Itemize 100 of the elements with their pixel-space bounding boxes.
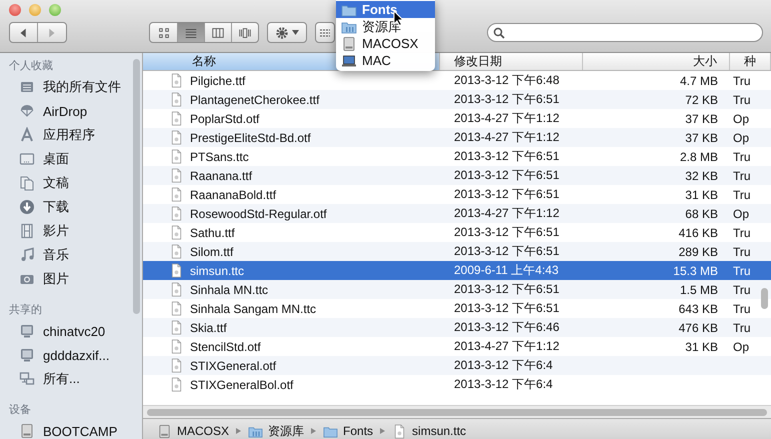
modified-date: 2013-3-12 下午6:51 [454,282,560,296]
search-field[interactable] [487,23,763,42]
desktop-icon [19,151,35,167]
search-icon [493,26,505,38]
menu-item[interactable]: Fonts [336,1,435,18]
file-size: 72 KB [685,92,718,106]
file-row[interactable]: STIXGeneralBol.otf 2013-3-12 下午6:4 [143,375,771,394]
file-name: Silom.ttf [190,244,234,258]
film-icon [19,223,35,239]
scrollbar-thumb[interactable] [133,59,140,314]
file-icon [169,225,184,240]
modified-date: 2013-3-12 下午6:48 [454,73,560,87]
path-separator-icon [236,428,242,434]
file-row[interactable]: Raanana.ttf 2013-3-12 下午6:51 32 KB Tru [143,166,771,185]
file-size: 31 KB [685,340,718,354]
file-row[interactable]: Sinhala Sangam MN.ttc 2013-3-12 下午6:51 643 KB Tru [143,299,771,318]
file-size: 31 KB [685,188,718,202]
hard-drive-icon [19,423,35,439]
settings-icon [275,26,289,40]
scrollbar-thumb[interactable] [147,408,767,416]
file-kind: Tru [733,226,751,240]
file-row[interactable]: PoplarStd.otf 2013-4-27 下午1:12 37 KB Op [143,109,771,128]
column-header[interactable]: 种 [730,53,771,70]
file-size: 643 KB [678,302,718,316]
sidebar-item[interactable]: 所有... [0,367,142,391]
path-separator-icon [311,428,316,434]
modified-date: 2013-3-12 下午6:51 [454,168,560,182]
file-row[interactable]: PlantagenetCherokee.ttf 2013-3-12 下午6:51 72 KB Tru [143,90,771,109]
file-row[interactable]: PTSans.ttc 2013-3-12 下午6:51 2.8 MB Tru [143,147,771,166]
file-kind: Op [733,130,750,144]
sidebar-section-title: 共享的 [8,302,43,318]
file-row[interactable]: Pilgiche.ttf 2013-3-12 下午6:48 4.7 MB Tru [143,71,771,90]
column-header[interactable]: 修改日期 [440,53,583,70]
menu-item[interactable]: MAC [336,52,435,69]
grid-icon [320,28,330,36]
file-icon [169,149,184,164]
column-view-icon [211,26,225,40]
file-name: Skia.ttf [190,320,227,334]
sidebar-item[interactable]: AirDrop [0,99,142,123]
modified-date: 2013-3-12 下午6:51 [454,187,560,201]
file-name: PTSans.ttc [190,150,249,164]
sidebar-item[interactable]: 桌面 [0,147,142,171]
file-icon [169,301,184,316]
hard-drive-icon [341,36,357,52]
file-row[interactable]: simsun.ttc 2009-6-11 上午4:43 15.3 MB Tru [143,261,771,280]
modified-date: 2013-3-12 下午6:4 [454,377,553,391]
path-item[interactable]: 资源库 [248,422,304,439]
cover-flow-icon [238,26,252,40]
menu-item[interactable]: MACOSX [336,35,435,52]
file-size: 289 KB [678,244,718,258]
sidebar-item[interactable]: 应用程序 [0,123,142,147]
file-name: PlantagenetCherokee.ttf [190,92,320,106]
file-row[interactable]: StencilStd.otf 2013-4-27 下午1:12 31 KB Op [143,337,771,356]
file-kind: Tru [733,320,751,334]
file-icon [169,111,184,126]
column-header[interactable]: 大小 [583,53,730,70]
arrange-button[interactable] [315,22,335,43]
modified-date: 2013-3-12 下午6:4 [454,358,553,372]
view-button[interactable] [177,23,204,42]
file-kind: Op [733,340,750,354]
zoom-button[interactable] [49,4,61,16]
file-icon [169,358,184,373]
modified-date: 2013-4-27 下午1:12 [454,206,560,220]
file-row[interactable]: STIXGeneral.otf 2013-3-12 下午6:4 [143,356,771,375]
file-size: 4.7 MB [680,74,718,88]
sidebar-item[interactable]: BOOTCAMP [0,419,142,439]
modified-date: 2013-3-12 下午6:51 [454,225,560,239]
file-row[interactable]: Silom.ttf 2013-3-12 下午6:51 289 KB Tru [143,242,771,261]
file-size: 416 KB [678,226,718,240]
file-row[interactable]: Skia.ttf 2013-3-12 下午6:46 476 KB Tru [143,318,771,337]
hard-drive-icon [157,424,172,438]
file-row[interactable]: Sathu.ttf 2013-3-12 下午6:51 416 KB Tru [143,223,771,242]
file-size: 37 KB [685,130,718,144]
file-icon [169,130,184,145]
sidebar-item[interactable]: 影片 [0,219,142,243]
file-row[interactable]: RosewoodStd-Regular.otf 2013-4-27 下午1:12 68 KB Op [143,204,771,223]
action-menu-button[interactable] [267,22,307,43]
path-item[interactable]: MACOSX [157,424,230,438]
sidebar-item[interactable]: 音乐 [0,243,142,267]
file-row[interactable]: Sinhala MN.ttc 2013-3-12 下午6:51 1.5 MB Tru [143,280,771,299]
file-kind: Tru [733,188,751,202]
file-row[interactable]: RaananaBold.ttf 2013-3-12 下午6:51 31 KB Tru [143,185,771,204]
sidebar-item[interactable]: 下载 [0,195,142,219]
modified-date: 2013-3-12 下午6:46 [454,320,560,334]
close-button[interactable] [9,4,21,16]
scrollbar-thumb[interactable] [761,288,768,309]
sidebar-item[interactable]: chinatvc20 [0,319,142,343]
file-kind: Tru [733,302,751,316]
file-icon [169,244,184,259]
modified-date: 2013-3-12 下午6:51 [454,149,560,163]
sidebar-item[interactable]: gdddazxif... [0,343,142,367]
sidebar-item[interactable]: 文稿 [0,171,142,195]
sidebar-item[interactable]: 我的所有文件 [0,75,142,99]
file-icon [169,377,184,392]
icon-view-icon [156,26,170,40]
file-name: Sinhala Sangam MN.ttc [190,302,316,316]
sidebar-item[interactable]: 图片 [0,267,142,291]
file-row[interactable]: PrestigeEliteStd-Bd.otf 2013-4-27 下午1:12 37 KB Op [143,128,771,147]
path-item[interactable]: simsun.ttc [392,424,466,438]
path-item[interactable]: Fonts [323,424,374,438]
